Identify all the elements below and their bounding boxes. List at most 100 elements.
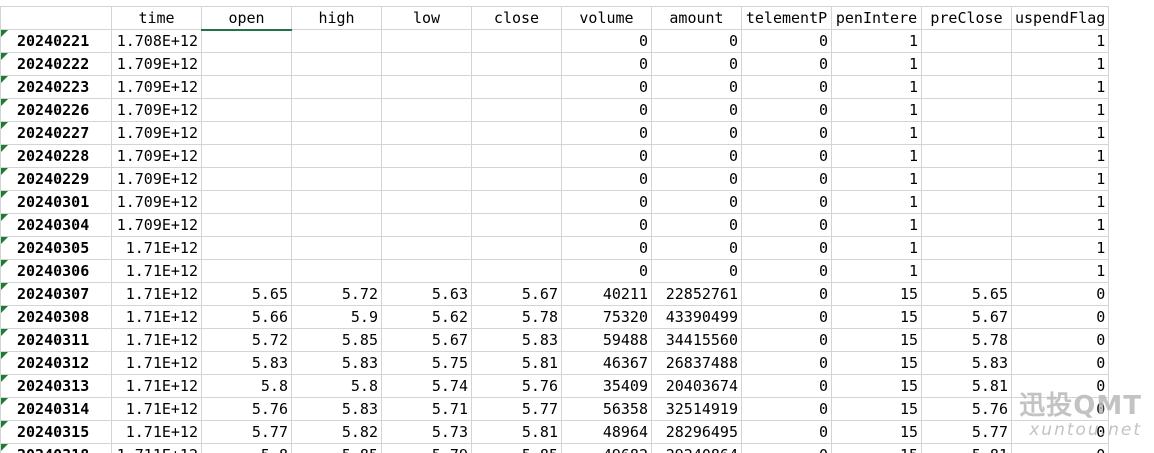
- cell-volume[interactable]: 0: [561, 75, 652, 99]
- row-index-cell[interactable]: 20240301: [0, 190, 112, 214]
- cell-settelementPrice[interactable]: 0: [741, 236, 832, 260]
- row-index-cell[interactable]: 20240228: [0, 144, 112, 168]
- cell-settelementPrice[interactable]: 0: [741, 374, 832, 398]
- cell-close[interactable]: [471, 190, 562, 214]
- row-index-cell[interactable]: 20240318: [0, 443, 112, 453]
- cell-close[interactable]: [471, 75, 562, 99]
- cell-preClose[interactable]: 5.81: [921, 443, 1012, 453]
- cell-suspendFlag[interactable]: 1: [1010, 121, 1110, 145]
- cell-openInterest[interactable]: 15: [831, 443, 922, 453]
- cell-close[interactable]: 5.78: [471, 305, 562, 329]
- column-header-settelementPrice[interactable]: telementP: [741, 6, 832, 30]
- cell-high[interactable]: 5.72: [291, 282, 382, 306]
- cell-preClose[interactable]: [921, 52, 1012, 76]
- cell-volume[interactable]: 0: [561, 121, 652, 145]
- cell-close[interactable]: 5.85: [471, 443, 562, 453]
- row-index-cell[interactable]: 20240313: [0, 374, 112, 398]
- cell-open[interactable]: 5.83: [201, 351, 292, 375]
- cell-open[interactable]: 5.65: [201, 282, 292, 306]
- cell-close[interactable]: [471, 52, 562, 76]
- row-index-cell[interactable]: 20240229: [0, 167, 112, 191]
- cell-suspendFlag[interactable]: 1: [1010, 98, 1110, 122]
- cell-openInterest[interactable]: 1: [831, 213, 922, 237]
- cell-high[interactable]: [291, 98, 382, 122]
- cell-volume[interactable]: 0: [561, 144, 652, 168]
- cell-time[interactable]: 1.709E+12: [111, 167, 202, 191]
- row-index-cell[interactable]: 20240315: [0, 420, 112, 444]
- cell-amount[interactable]: 34415560: [651, 328, 742, 352]
- row-index-cell[interactable]: 20240227: [0, 121, 112, 145]
- cell-openInterest[interactable]: 1: [831, 98, 922, 122]
- cell-open[interactable]: [201, 75, 292, 99]
- cell-preClose[interactable]: 5.67: [921, 305, 1012, 329]
- cell-open[interactable]: 5.66: [201, 305, 292, 329]
- cell-low[interactable]: [381, 213, 472, 237]
- cell-settelementPrice[interactable]: 0: [741, 420, 832, 444]
- cell-low[interactable]: [381, 29, 472, 53]
- column-header-close[interactable]: close: [471, 6, 562, 30]
- cell-high[interactable]: 5.9: [291, 305, 382, 329]
- cell-time[interactable]: 1.71E+12: [111, 236, 202, 260]
- cell-open[interactable]: 5.77: [201, 420, 292, 444]
- row-index-cell[interactable]: 20240221: [0, 29, 112, 53]
- row-index-cell[interactable]: 20240304: [0, 213, 112, 237]
- cell-openInterest[interactable]: 15: [831, 351, 922, 375]
- cell-low[interactable]: [381, 190, 472, 214]
- row-index-cell[interactable]: 20240307: [0, 282, 112, 306]
- column-header-open[interactable]: open: [201, 6, 292, 31]
- cell-suspendFlag[interactable]: 0: [1010, 328, 1110, 352]
- row-index-cell[interactable]: 20240308: [0, 305, 112, 329]
- cell-open[interactable]: [201, 236, 292, 260]
- cell-volume[interactable]: 56358: [561, 397, 652, 421]
- cell-high[interactable]: [291, 259, 382, 283]
- column-header-amount[interactable]: amount: [651, 6, 742, 30]
- cell-amount[interactable]: 0: [651, 29, 742, 53]
- cell-settelementPrice[interactable]: 0: [741, 144, 832, 168]
- cell-amount[interactable]: 20403674: [651, 374, 742, 398]
- cell-time[interactable]: 1.711E+12: [111, 443, 202, 453]
- column-header-low[interactable]: low: [381, 6, 472, 30]
- cell-high[interactable]: 5.82: [291, 420, 382, 444]
- cell-suspendFlag[interactable]: 0: [1010, 305, 1110, 329]
- cell-volume[interactable]: 0: [561, 213, 652, 237]
- cell-suspendFlag[interactable]: 1: [1010, 190, 1110, 214]
- cell-open[interactable]: [201, 259, 292, 283]
- cell-amount[interactable]: 0: [651, 213, 742, 237]
- cell-settelementPrice[interactable]: 0: [741, 443, 832, 453]
- cell-openInterest[interactable]: 15: [831, 328, 922, 352]
- cell-close[interactable]: [471, 213, 562, 237]
- cell-open[interactable]: [201, 29, 292, 53]
- cell-time[interactable]: 1.71E+12: [111, 305, 202, 329]
- column-header-index[interactable]: [0, 6, 112, 30]
- cell-preClose[interactable]: [921, 213, 1012, 237]
- cell-openInterest[interactable]: 1: [831, 236, 922, 260]
- cell-suspendFlag[interactable]: 0: [1010, 443, 1110, 453]
- cell-time[interactable]: 1.709E+12: [111, 52, 202, 76]
- cell-settelementPrice[interactable]: 0: [741, 29, 832, 53]
- cell-amount[interactable]: 22852761: [651, 282, 742, 306]
- cell-amount[interactable]: 0: [651, 190, 742, 214]
- cell-low[interactable]: 5.74: [381, 374, 472, 398]
- cell-preClose[interactable]: 5.78: [921, 328, 1012, 352]
- cell-amount[interactable]: 0: [651, 259, 742, 283]
- cell-settelementPrice[interactable]: 0: [741, 98, 832, 122]
- cell-amount[interactable]: 0: [651, 144, 742, 168]
- cell-preClose[interactable]: [921, 236, 1012, 260]
- cell-volume[interactable]: 75320: [561, 305, 652, 329]
- column-header-suspendFlag[interactable]: uspendFlag: [1010, 6, 1110, 30]
- cell-high[interactable]: [291, 213, 382, 237]
- row-index-cell[interactable]: 20240226: [0, 98, 112, 122]
- cell-preClose[interactable]: [921, 190, 1012, 214]
- cell-time[interactable]: 1.709E+12: [111, 213, 202, 237]
- cell-low[interactable]: 5.62: [381, 305, 472, 329]
- cell-openInterest[interactable]: 1: [831, 167, 922, 191]
- cell-low[interactable]: 5.73: [381, 420, 472, 444]
- cell-suspendFlag[interactable]: 0: [1010, 351, 1110, 375]
- cell-time[interactable]: 1.71E+12: [111, 282, 202, 306]
- cell-high[interactable]: 5.85: [291, 443, 382, 453]
- cell-settelementPrice[interactable]: 0: [741, 305, 832, 329]
- cell-suspendFlag[interactable]: 0: [1010, 282, 1110, 306]
- cell-high[interactable]: [291, 167, 382, 191]
- cell-low[interactable]: [381, 167, 472, 191]
- cell-open[interactable]: [201, 190, 292, 214]
